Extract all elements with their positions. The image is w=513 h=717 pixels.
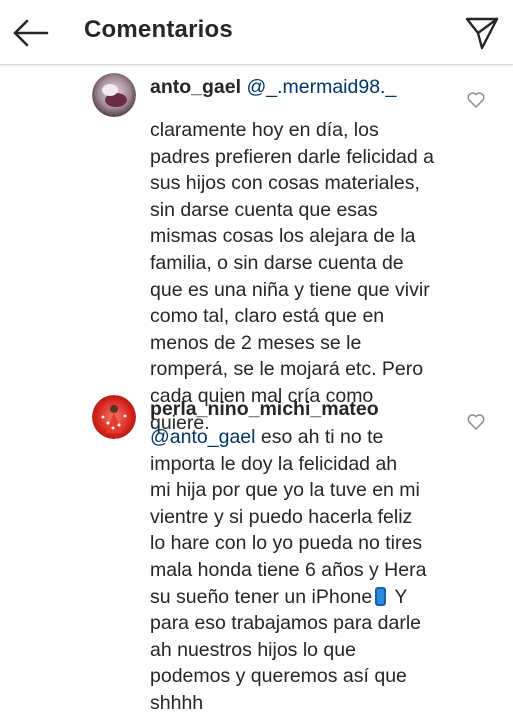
avatar[interactable] xyxy=(92,395,136,439)
comment-item: anto_gael @_.mermaid98._ claramente hoy … xyxy=(0,64,513,434)
username-text[interactable]: anto_gael xyxy=(150,76,241,98)
comment-username[interactable]: perla_nino_michi_mateo xyxy=(150,398,379,421)
heart-outline-icon xyxy=(467,92,485,108)
avatar[interactable] xyxy=(92,73,136,117)
avatar-image xyxy=(92,395,136,439)
header-bar: Comentarios xyxy=(0,0,513,65)
comment-text: @anto_gael eso ah ti no te importa le do… xyxy=(150,424,450,717)
mention-link[interactable]: @anto_gael xyxy=(150,426,255,448)
page-title: Comentarios xyxy=(84,16,233,43)
comment-username[interactable]: anto_gael @_.mermaid98._ xyxy=(150,76,396,99)
heart-outline-icon xyxy=(467,414,485,430)
like-button[interactable] xyxy=(466,90,486,110)
paper-plane-icon xyxy=(465,17,499,50)
back-button[interactable] xyxy=(10,13,50,53)
username-text[interactable]: perla_nino_michi_mateo xyxy=(150,398,379,420)
share-button[interactable] xyxy=(461,12,501,52)
comment-item: perla_nino_michi_mateo @anto_gael eso ah… xyxy=(0,386,513,714)
mobile-phone-emoji xyxy=(375,586,387,606)
mention-link[interactable]: @_.mermaid98._ xyxy=(246,76,396,98)
avatar-image xyxy=(92,73,136,117)
like-button[interactable] xyxy=(466,412,486,432)
arrow-left-icon xyxy=(13,19,49,47)
comment-text-part1: eso ah ti no te importa le doy la felici… xyxy=(150,426,427,608)
